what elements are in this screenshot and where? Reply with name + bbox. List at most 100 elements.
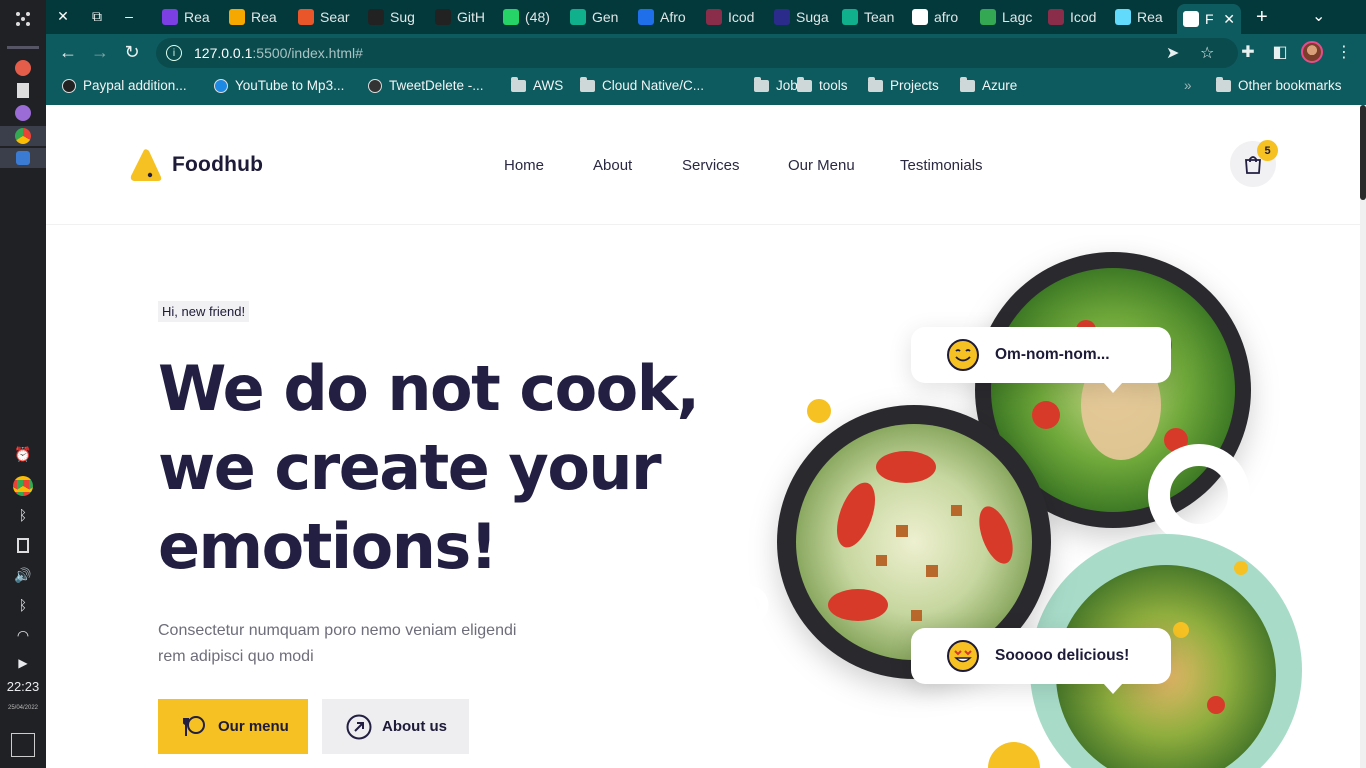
tab-favicon-icon xyxy=(842,9,858,25)
close-tab-icon[interactable]: ✕ xyxy=(1223,11,1235,28)
nav-about[interactable]: About xyxy=(593,157,632,174)
restore-window-icon[interactable]: ⧉ xyxy=(88,8,106,25)
reload-icon[interactable]: ↻ xyxy=(120,42,144,63)
tab-favicon-icon xyxy=(503,9,519,25)
bookmarks-bar: Paypal addition... YouTube to Mp3... Tweet… xyxy=(46,72,1366,105)
bookmark-star-icon[interactable]: ☆ xyxy=(1200,43,1214,63)
bookmark-label: tools xyxy=(819,78,848,93)
workspace-indicator xyxy=(0,44,46,50)
close-window-icon[interactable]: ✕ xyxy=(54,8,72,25)
bookmark-folder[interactable]: Projects xyxy=(868,76,939,93)
browser-tab[interactable]: Afro xyxy=(632,4,696,30)
volume-icon[interactable]: 🔊 xyxy=(0,565,46,585)
browser-tab[interactable]: Rea xyxy=(156,4,220,30)
hero-salad-illustration xyxy=(729,252,1302,768)
bookmark-link[interactable]: TweetDelete -... xyxy=(368,78,484,93)
site-info-icon[interactable]: i xyxy=(166,45,182,61)
browser-tab[interactable]: (48) xyxy=(497,4,561,30)
browser-tab[interactable]: Sear xyxy=(292,4,356,30)
tab-favicon-icon xyxy=(435,9,451,25)
wifi-icon[interactable]: ◠ xyxy=(0,625,46,645)
browser-tab[interactable]: Sug xyxy=(362,4,426,30)
forward-arrow-icon[interactable]: → xyxy=(88,42,112,63)
browser-tab-active[interactable]: F ✕ xyxy=(1177,4,1241,34)
bookmark-label: AWS xyxy=(533,78,564,93)
folder-icon xyxy=(754,76,769,92)
arrow-up-right-icon xyxy=(346,714,372,739)
nav-testimonials[interactable]: Testimonials xyxy=(900,157,983,174)
tab-title: Icod xyxy=(728,9,755,25)
nav-our-menu[interactable]: Our Menu xyxy=(788,157,855,174)
browser-tab[interactable]: Suga xyxy=(768,4,832,30)
folder-icon xyxy=(868,76,883,92)
browser-tab[interactable]: Lagc xyxy=(974,4,1038,30)
other-bookmarks-folder[interactable]: Other bookmarks xyxy=(1216,76,1342,93)
browser-tab[interactable]: Rea xyxy=(223,4,287,30)
browser-tab[interactable]: afro xyxy=(906,4,970,30)
browser-tab[interactable]: Gen xyxy=(564,4,628,30)
app-launcher-icon[interactable] xyxy=(0,8,46,30)
back-arrow-icon[interactable]: ← xyxy=(56,42,80,63)
tab-favicon-icon xyxy=(162,9,178,25)
logo[interactable]: Foodhub xyxy=(128,147,263,183)
send-tab-icon[interactable]: ➤ xyxy=(1166,43,1179,63)
browser-tab[interactable]: Icod xyxy=(1042,4,1106,30)
tab-search-chevron-icon[interactable]: ⌄ xyxy=(1312,6,1325,26)
tab-title: Tean xyxy=(864,9,895,25)
tab-favicon-icon xyxy=(368,9,384,25)
date: 25/04/2022 xyxy=(7,705,39,711)
tab-favicon-icon xyxy=(1048,9,1064,25)
extensions-puzzle-icon[interactable]: ✚ xyxy=(1236,42,1260,62)
tab-title: Rea xyxy=(251,9,277,25)
bookmark-favicon-icon xyxy=(62,78,76,93)
side-panel-icon[interactable]: ◧ xyxy=(1268,42,1292,62)
browser-tab[interactable]: Rea xyxy=(1109,4,1173,30)
clock[interactable]: 22:23 xyxy=(0,679,46,694)
scrollbar-thumb[interactable] xyxy=(1360,105,1366,200)
chrome-tray-icon[interactable] xyxy=(0,475,46,497)
hero-headline: We do not cook, we create your emotions! xyxy=(158,352,700,583)
bookmark-link[interactable]: YouTube to Mp3... xyxy=(214,78,344,93)
browser-tab[interactable]: Icod xyxy=(700,4,764,30)
tab-title: Lagc xyxy=(1002,9,1033,25)
logo-icon xyxy=(130,149,162,181)
bookmarks-overflow-icon[interactable]: » xyxy=(1184,78,1192,93)
about-us-button[interactable]: About us xyxy=(322,699,469,754)
clipboard-icon[interactable] xyxy=(0,535,46,555)
browser-tab[interactable]: GitH xyxy=(429,4,493,30)
menu-kebab-icon[interactable]: ⋮ xyxy=(1332,42,1356,62)
bookmark-folder[interactable]: tools xyxy=(797,76,848,93)
nav-home[interactable]: Home xyxy=(504,157,544,174)
vscode-dock-icon[interactable] xyxy=(0,148,46,168)
bookmark-link[interactable]: Paypal addition... xyxy=(62,78,187,93)
bluetooth-tray-icon[interactable]: ᛒ xyxy=(0,505,46,525)
bookmark-folder[interactable]: Azure xyxy=(960,76,1017,93)
url-text[interactable]: 127.0.0.1:5500/index.html# xyxy=(194,45,363,61)
dock-app-icon[interactable] xyxy=(0,103,46,123)
bubble-top-text: Om-nom-nom... xyxy=(995,346,1110,363)
bookmark-folder[interactable]: Cloud Native/C... xyxy=(580,76,704,93)
bookmark-favicon-icon xyxy=(214,78,228,93)
browser-tab[interactable]: Tean xyxy=(836,4,900,30)
bookmark-favicon-icon xyxy=(368,78,382,93)
our-menu-button[interactable]: Our menu xyxy=(158,699,308,754)
profile-avatar[interactable] xyxy=(1301,41,1323,63)
show-desktop-icon[interactable] xyxy=(11,733,35,757)
address-bar[interactable]: i 127.0.0.1:5500/index.html# ➤ ☆ xyxy=(156,38,1238,68)
tab-favicon-icon xyxy=(980,9,996,25)
file-icon[interactable] xyxy=(0,80,46,100)
expand-tray-icon[interactable]: ▶ xyxy=(0,653,46,673)
page-scrollbar[interactable] xyxy=(1360,105,1366,768)
minimize-window-icon[interactable]: – xyxy=(120,8,138,24)
nav-services[interactable]: Services xyxy=(682,157,740,174)
tab-favicon-icon xyxy=(638,9,654,25)
new-tab-button[interactable]: + xyxy=(1256,6,1268,29)
dock-app-icon[interactable] xyxy=(0,58,46,78)
bookmark-label: TweetDelete -... xyxy=(389,78,484,93)
alarm-icon[interactable]: ⏰ xyxy=(0,444,46,464)
bluetooth-icon[interactable]: ᛒ xyxy=(0,595,46,615)
bookmark-label: Projects xyxy=(890,78,939,93)
other-bookmarks-label: Other bookmarks xyxy=(1238,78,1342,93)
bookmark-folder[interactable]: AWS xyxy=(511,76,564,93)
chrome-dock-icon[interactable] xyxy=(0,126,46,146)
